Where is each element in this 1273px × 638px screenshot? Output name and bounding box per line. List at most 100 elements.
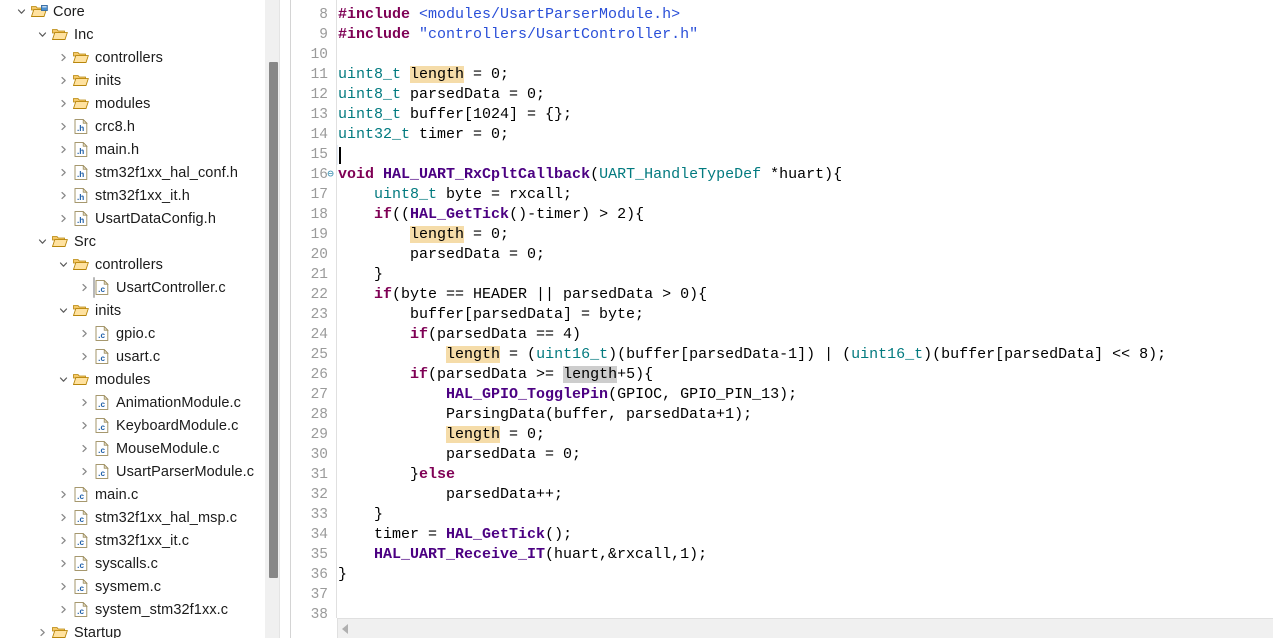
scroll-left-arrow-icon[interactable] — [342, 624, 348, 634]
tree-item[interactable]: .cmain.c — [0, 483, 272, 506]
code-line[interactable]: }else — [338, 465, 455, 485]
chevron-right-icon[interactable] — [56, 513, 71, 522]
chevron-right-icon[interactable] — [56, 122, 71, 131]
chevron-right-icon[interactable] — [77, 444, 92, 453]
code-line[interactable]: length = 0; — [338, 425, 545, 445]
line-number: 19 — [290, 225, 328, 245]
fold-collapse-icon[interactable]: ⊖ — [324, 165, 337, 185]
chevron-down-icon[interactable] — [35, 237, 50, 246]
tree-item[interactable]: .cMouseModule.c — [0, 437, 272, 460]
chevron-right-icon[interactable] — [56, 191, 71, 200]
code-line[interactable]: } — [338, 505, 383, 525]
code-line[interactable]: timer = HAL_GetTick(); — [338, 525, 572, 545]
line-number-gutter[interactable]: 8910111213141516⊖17181920212223242526272… — [291, 0, 337, 618]
tree-item[interactable]: controllers — [0, 46, 272, 69]
tree-item[interactable]: .hUsartDataConfig.h — [0, 207, 272, 230]
tree-item-selected[interactable]: .cUsartController.c — [0, 276, 272, 299]
tree-item[interactable]: Inc — [0, 23, 272, 46]
chevron-right-icon[interactable] — [56, 168, 71, 177]
code-line[interactable]: if(parsedData >= length+5){ — [338, 365, 653, 385]
chevron-down-icon[interactable] — [56, 260, 71, 269]
project-tree[interactable]: CoreInccontrollersinitsmodules.hcrc8.h.h… — [0, 0, 272, 638]
tree-item[interactable]: .hstm32f1xx_hal_conf.h — [0, 161, 272, 184]
chevron-right-icon[interactable] — [77, 398, 92, 407]
chevron-right-icon[interactable] — [56, 99, 71, 108]
tree-item[interactable]: modules — [0, 92, 272, 115]
tree-item[interactable]: Src — [0, 230, 272, 253]
tree-item[interactable]: inits — [0, 69, 272, 92]
code-line[interactable]: uint32_t timer = 0; — [338, 125, 509, 145]
chevron-right-icon[interactable] — [35, 628, 50, 637]
chevron-down-icon[interactable] — [56, 375, 71, 384]
tree-item[interactable]: inits — [0, 299, 272, 322]
chevron-down-icon[interactable] — [35, 30, 50, 39]
chevron-right-icon[interactable] — [56, 145, 71, 154]
chevron-right-icon[interactable] — [77, 467, 92, 476]
tree-item[interactable]: .csystem_stm32f1xx.c — [0, 598, 272, 621]
tree-item[interactable]: Startup — [0, 621, 272, 638]
tree-item[interactable]: .cKeyboardModule.c — [0, 414, 272, 437]
chevron-down-icon[interactable] — [56, 306, 71, 315]
tree-item[interactable]: .hmain.h — [0, 138, 272, 161]
tree-item-label: inits — [91, 73, 127, 89]
code-token — [338, 386, 446, 403]
tree-item[interactable]: .csyscalls.c — [0, 552, 272, 575]
code-line[interactable]: if(byte == HEADER || parsedData > 0){ — [338, 285, 707, 305]
chevron-right-icon[interactable] — [77, 352, 92, 361]
code-line[interactable]: } — [338, 265, 383, 285]
chevron-right-icon[interactable] — [77, 283, 92, 292]
code-line[interactable]: uint8_t byte = rxcall; — [338, 185, 572, 205]
code-line[interactable]: ParsingData(buffer, parsedData+1); — [338, 405, 752, 425]
tree-item[interactable]: .csysmem.c — [0, 575, 272, 598]
code-line[interactable]: HAL_UART_Receive_IT(huart,&rxcall,1); — [338, 545, 707, 565]
editor-panel[interactable]: 8910111213141516⊖17181920212223242526272… — [290, 0, 1273, 638]
code-line[interactable]: HAL_GPIO_TogglePin(GPIOC, GPIO_PIN_13); — [338, 385, 797, 405]
code-line[interactable]: #include <modules/UsartParserModule.h> — [338, 5, 680, 25]
tree-item[interactable]: .cUsartParserModule.c — [0, 460, 272, 483]
tree-item[interactable]: Core — [0, 0, 272, 23]
line-number: 33 — [290, 505, 328, 525]
code-line[interactable]: uint8_t length = 0; — [338, 65, 509, 85]
explorer-scrollbar-thumb[interactable] — [269, 62, 278, 578]
code-line[interactable]: uint8_t parsedData = 0; — [338, 85, 545, 105]
svg-text:.c: .c — [98, 285, 105, 294]
chevron-right-icon[interactable] — [56, 76, 71, 85]
tree-item[interactable]: .cstm32f1xx_it.c — [0, 529, 272, 552]
editor-horizontal-scrollbar[interactable] — [338, 618, 1273, 638]
tree-item[interactable]: .cAnimationModule.c — [0, 391, 272, 414]
tree-item[interactable]: .cusart.c — [0, 345, 272, 368]
chevron-right-icon[interactable] — [77, 421, 92, 430]
tree-item[interactable]: .hstm32f1xx_it.h — [0, 184, 272, 207]
tree-item[interactable]: .hcrc8.h — [0, 115, 272, 138]
code-line[interactable]: parsedData = 0; — [338, 445, 581, 465]
tree-item[interactable]: .cgpio.c — [0, 322, 272, 345]
chevron-right-icon[interactable] — [56, 53, 71, 62]
tree-item[interactable]: controllers — [0, 253, 272, 276]
code-line[interactable]: #include "controllers/UsartController.h" — [338, 25, 698, 45]
tree-item[interactable]: modules — [0, 368, 272, 391]
code-line[interactable]: } — [338, 565, 347, 585]
code-line[interactable]: if((HAL_GetTick()-timer) > 2){ — [338, 205, 644, 225]
chevron-right-icon[interactable] — [56, 582, 71, 591]
code-line[interactable]: length = (uint16_t)(buffer[parsedData-1]… — [338, 345, 1166, 365]
code-line[interactable]: void HAL_UART_RxCpltCallback(UART_Handle… — [338, 165, 842, 185]
chevron-right-icon[interactable] — [77, 329, 92, 338]
chevron-right-icon[interactable] — [56, 214, 71, 223]
code-line[interactable]: parsedData++; — [338, 485, 563, 505]
code-line[interactable]: if(parsedData == 4) — [338, 325, 581, 345]
code-line[interactable]: uint8_t buffer[1024] = {}; — [338, 105, 572, 125]
chevron-down-icon[interactable] — [14, 7, 29, 16]
chevron-right-icon[interactable] — [56, 605, 71, 614]
code-text-area[interactable]: #include <modules/UsartParserModule.h>#i… — [338, 0, 1273, 618]
chevron-right-icon[interactable] — [56, 536, 71, 545]
tree-item[interactable]: .cstm32f1xx_hal_msp.c — [0, 506, 272, 529]
code-line[interactable]: buffer[parsedData] = byte; — [338, 305, 644, 325]
chevron-right-icon[interactable] — [56, 490, 71, 499]
chevron-right-icon[interactable] — [56, 559, 71, 568]
code-line[interactable]: length = 0; — [338, 225, 509, 245]
code-line[interactable]: parsedData = 0; — [338, 245, 545, 265]
code-token: (parsedData == 4) — [428, 326, 581, 343]
tree-item-label: UsartDataConfig.h — [91, 211, 222, 227]
code-token: uint8_t — [338, 106, 401, 123]
code-token: ( — [590, 166, 599, 183]
